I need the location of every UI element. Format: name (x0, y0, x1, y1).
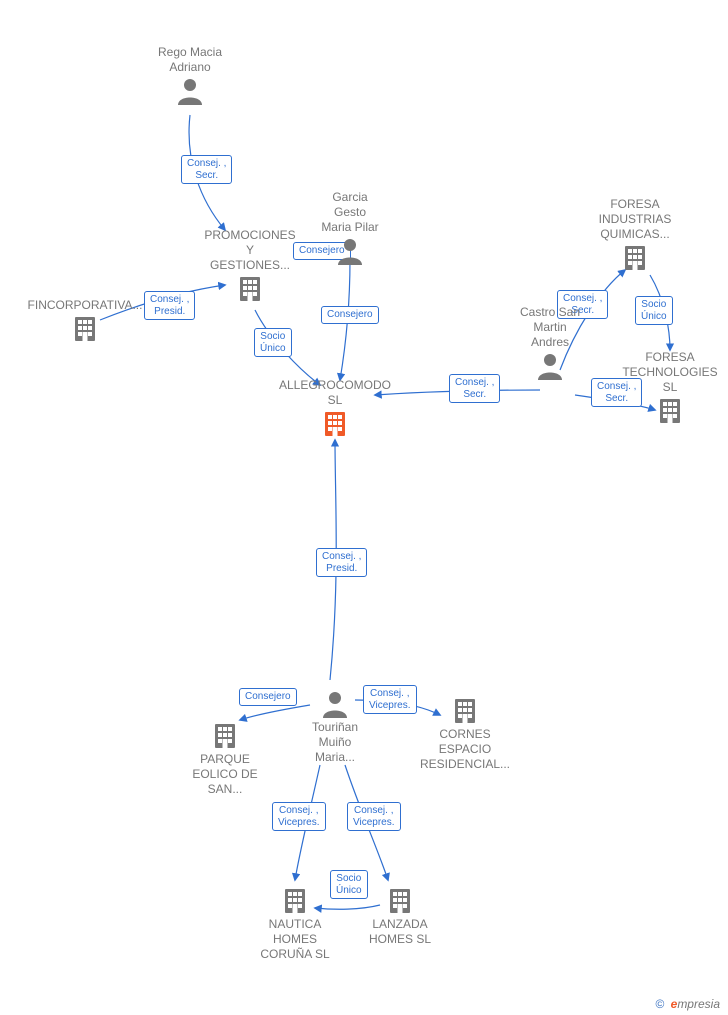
edge-label-tourinan-parque: Consejero (239, 688, 297, 706)
node-label: FORESA INDUSTRIAS QUIMICAS... (580, 197, 690, 242)
edge-label-tourinan-allegro: Consej. , Presid. (316, 548, 367, 577)
node-label: Garcia Gesto Maria Pilar (305, 190, 395, 235)
edge-label-fincorp-promo: Consej. , Presid. (144, 291, 195, 320)
node-parque-eolico[interactable]: PARQUE EOLICO DE SAN... (175, 720, 275, 797)
person-icon (336, 237, 364, 265)
company-icon (211, 722, 239, 750)
footer-branding: © empresia (655, 997, 720, 1011)
node-lanzada-homes[interactable]: LANZADA HOMES SL (350, 885, 450, 947)
person-icon (536, 352, 564, 380)
node-foresa-industrias[interactable]: FORESA INDUSTRIAS QUIMICAS... (580, 197, 690, 274)
node-label: PARQUE EOLICO DE SAN... (175, 752, 275, 797)
company-icon (656, 397, 684, 425)
company-icon (71, 315, 99, 343)
node-cornes-espacio[interactable]: CORNES ESPACIO RESIDENCIAL... (405, 695, 525, 772)
company-icon (621, 244, 649, 272)
node-label: FINCORPORATIVA... (20, 298, 150, 313)
edge-label-tourinan-nautica: Consej. , Vicepres. (272, 802, 326, 831)
node-label: FORESA TECHNOLOGIES SL (615, 350, 725, 395)
brand-rest: mpresia (677, 997, 720, 1011)
node-garcia-gesto[interactable]: Garcia Gesto Maria Pilar (305, 190, 395, 267)
node-label: NAUTICA HOMES CORUÑA SL (245, 917, 345, 962)
node-label: Castro San Martin Andres (505, 305, 595, 350)
edge-label-promo-allegro: Socio Único (254, 328, 292, 357)
node-rego-macia-adriano[interactable]: Rego Macia Adriano (140, 45, 240, 107)
company-icon (236, 275, 264, 303)
node-castro-san-martin[interactable]: Castro San Martin Andres (505, 305, 595, 382)
copyright-symbol: © (655, 997, 664, 1011)
edge-label-foresaind-tech: Socio Único (635, 296, 673, 325)
edges-layer (0, 0, 728, 1015)
person-icon (321, 690, 349, 718)
company-icon (281, 887, 309, 915)
company-icon (321, 410, 349, 438)
diagram-canvas: Consej. , Secr. Consejero Consejero Cons… (0, 0, 728, 1015)
node-foresa-technologies[interactable]: FORESA TECHNOLOGIES SL (615, 350, 725, 427)
node-label: CORNES ESPACIO RESIDENCIAL... (405, 727, 525, 772)
edge-label-castro-allegro: Consej. , Secr. (449, 374, 500, 403)
node-label: Rego Macia Adriano (140, 45, 240, 75)
edge-label-rego-promo: Consej. , Secr. (181, 155, 232, 184)
node-label: LANZADA HOMES SL (350, 917, 450, 947)
node-label: PROMOCIONES Y GESTIONES... (195, 228, 305, 273)
node-allegrocomodo[interactable]: ALLEGROCOMODO SL (260, 378, 410, 440)
company-icon (386, 887, 414, 915)
node-fincorporativa[interactable]: FINCORPORATIVA... (20, 298, 150, 345)
node-nautica-homes[interactable]: NAUTICA HOMES CORUÑA SL (245, 885, 345, 962)
node-tourinan-muino[interactable]: Touriñan Muiño Maria... (290, 688, 380, 765)
node-label: ALLEGROCOMODO SL (260, 378, 410, 408)
person-icon (176, 77, 204, 105)
company-icon (451, 697, 479, 725)
node-promociones-gestiones[interactable]: PROMOCIONES Y GESTIONES... (195, 228, 305, 305)
node-label: Touriñan Muiño Maria... (290, 720, 380, 765)
edge-label-tourinan-lanzada: Consej. , Vicepres. (347, 802, 401, 831)
edge-label-garcia-allegro: Consejero (321, 306, 379, 324)
